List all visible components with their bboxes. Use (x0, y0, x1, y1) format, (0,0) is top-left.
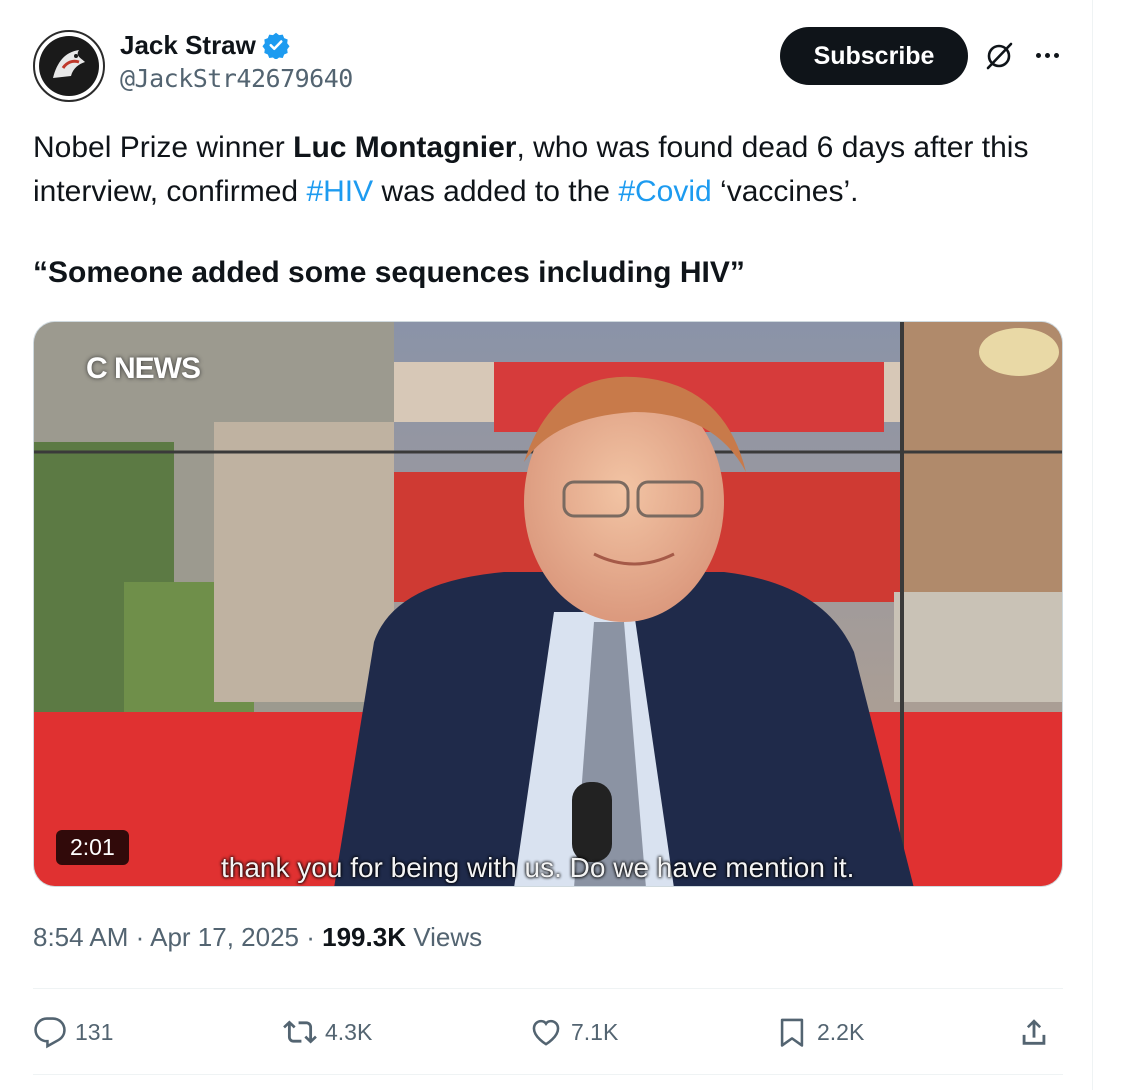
column-border (1092, 0, 1093, 1090)
post-text-part: was added to the (373, 175, 619, 208)
author-name[interactable]: Jack Straw (120, 30, 256, 61)
bookmark-button[interactable]: 2.2K (775, 1010, 864, 1054)
heart-icon (532, 1019, 560, 1046)
post-text-part: ‘vaccines’. (711, 175, 859, 208)
bookmark-count: 2.2K (817, 1018, 865, 1045)
views-count: 199.3K (322, 922, 406, 952)
video-duration-badge: 2:01 (56, 830, 129, 865)
author-name-row[interactable]: Jack Straw (120, 28, 290, 62)
action-bar: 131 4.3K 7.1K 2.2K (33, 1010, 1063, 1054)
bookmark-icon (780, 1018, 804, 1047)
post-text: Nobel Prize winner Luc Montagnier, who w… (33, 126, 1043, 214)
hashtag-link[interactable]: #Covid (618, 175, 711, 208)
post-meta: 8:54 AM · Apr 17, 2025 · 199.3K Views (33, 922, 482, 953)
post-text-part: Nobel Prize winner (33, 131, 294, 164)
meta-separator: · (135, 922, 145, 952)
more-icon[interactable] (1030, 40, 1064, 70)
video-frame (34, 322, 1062, 886)
repost-count: 4.3K (325, 1018, 373, 1045)
post-date[interactable]: Apr 17, 2025 (150, 922, 299, 952)
share-icon (1022, 1019, 1046, 1045)
divider (33, 1074, 1063, 1075)
avatar-logo-icon (39, 36, 99, 96)
repost-icon (283, 1020, 317, 1044)
post-quote: “Someone added some sequences including … (33, 256, 745, 289)
grok-icon[interactable] (983, 40, 1015, 72)
author-avatar[interactable] (33, 30, 105, 102)
divider (33, 988, 1063, 989)
more-dot (1044, 52, 1050, 58)
share-button[interactable] (1017, 1010, 1051, 1054)
video-player[interactable]: C NEWS 2:01 thank you for being with us.… (33, 321, 1063, 887)
channel-logo: C NEWS (86, 352, 201, 385)
reply-count: 131 (75, 1018, 114, 1045)
post-time[interactable]: 8:54 AM (33, 922, 128, 952)
reply-button[interactable]: 131 (33, 1010, 113, 1054)
reply-icon (34, 1017, 66, 1049)
video-subtitle: thank you for being with us. Do we have … (221, 852, 855, 883)
subscribe-button[interactable]: Subscribe (780, 27, 968, 85)
author-handle[interactable]: @JackStr42679640 (120, 64, 353, 93)
post-text-bold: Luc Montagnier (293, 131, 517, 164)
like-button[interactable]: 7.1K (529, 1010, 618, 1054)
more-dot (1035, 52, 1041, 58)
more-dot (1053, 52, 1059, 58)
hashtag-link[interactable]: #HIV (306, 175, 373, 208)
like-count: 7.1K (571, 1018, 619, 1045)
views-label: Views (413, 922, 483, 952)
verified-badge-icon (262, 32, 290, 59)
meta-separator: · (306, 922, 315, 952)
repost-button[interactable]: 4.3K (283, 1010, 372, 1054)
